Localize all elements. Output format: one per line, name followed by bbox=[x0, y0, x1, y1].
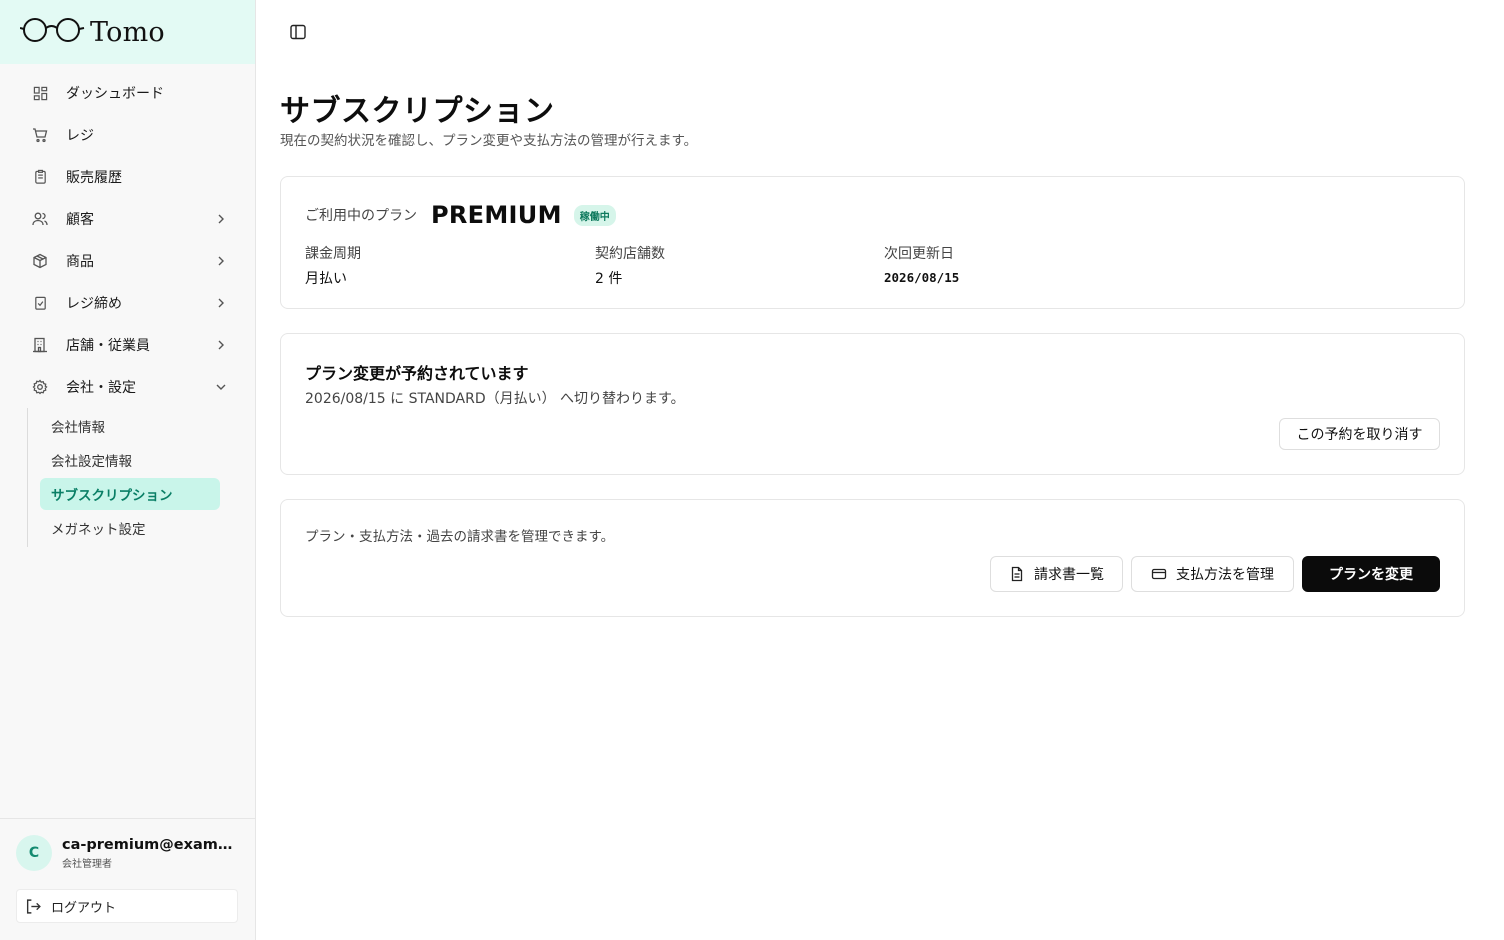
sidebar-item-register[interactable]: レジ bbox=[0, 114, 255, 156]
next-renewal-info: 次回更新日 2026/08/15 bbox=[884, 243, 959, 285]
manage-text: プラン・支払方法・過去の請求書を管理できます。 bbox=[305, 529, 615, 545]
next-renewal-label: 次回更新日 bbox=[884, 246, 954, 262]
next-renewal-value: 2026/08/15 bbox=[884, 270, 960, 285]
logout-label: ログアウト bbox=[51, 900, 117, 916]
billing-cycle-info: 課金周期 月払い bbox=[305, 243, 361, 288]
brand-header[interactable]: Tomo bbox=[0, 0, 255, 64]
manage-payment-label: 支払方法を管理 bbox=[1176, 566, 1274, 582]
glasses-logo-icon bbox=[19, 16, 86, 48]
sidebar-item-company-settings[interactable]: 会社・設定 bbox=[0, 366, 255, 408]
receipt-icon bbox=[32, 169, 48, 185]
sidebar-item-dashboard[interactable]: ダッシュボード bbox=[0, 72, 255, 114]
sidebar-subitem-subscription[interactable]: サブスクリプション bbox=[40, 478, 220, 510]
building-icon bbox=[32, 337, 48, 353]
user-block: C ca-premium@example.com 会社管理者 ログアウト bbox=[0, 818, 255, 923]
logout-button[interactable]: ログアウト bbox=[16, 889, 238, 923]
users-icon bbox=[32, 211, 48, 227]
status-badge: 稼働中 bbox=[573, 204, 616, 226]
sidebar-item-customers[interactable]: 顧客 bbox=[0, 198, 255, 240]
chevron-right-icon bbox=[213, 211, 229, 227]
sidebar-subitem-meganet-settings[interactable]: メガネット設定 bbox=[40, 511, 220, 545]
sidebar-item-label: ダッシュボード bbox=[66, 86, 164, 102]
package-icon bbox=[32, 253, 48, 269]
sidebar-item-stores-staff[interactable]: 店舗・従業員 bbox=[0, 324, 255, 366]
gear-icon bbox=[32, 379, 48, 395]
sidebar-item-label: 店舗・従業員 bbox=[66, 338, 150, 354]
avatar: C bbox=[16, 835, 52, 871]
dashboard-icon bbox=[32, 85, 48, 101]
sidebar: Tomo ダッシュボード レジ 販売履歴 顧客 商品 レジ締め 店舗・従業員 会… bbox=[0, 0, 256, 940]
brand-name: Tomo bbox=[90, 16, 165, 48]
stores-info: 契約店舗数 2 件 bbox=[595, 243, 665, 288]
sidebar-item-label: レジ bbox=[66, 128, 94, 144]
settings-subnav: 会社情報 会社設定情報 サブスクリプション メガネット設定 bbox=[27, 408, 227, 547]
chevron-right-icon bbox=[213, 337, 229, 353]
page-subtitle: 現在の契約状況を確認し、プラン変更や支払方法の管理が行えます。 bbox=[280, 133, 698, 149]
main-content: サブスクリプション 現在の契約状況を確認し、プラン変更や支払方法の管理が行えます… bbox=[256, 0, 1504, 940]
billing-cycle-value: 月払い bbox=[305, 271, 347, 287]
stores-label: 契約店舗数 bbox=[595, 246, 665, 262]
sidebar-item-label: 顧客 bbox=[66, 212, 94, 228]
sidebar-item-label: 会社・設定 bbox=[66, 380, 136, 396]
scheduled-change-card: プラン変更が予約されています 2026/08/15 に STANDARD（月払い… bbox=[280, 333, 1465, 475]
user-email: ca-premium@example.com bbox=[62, 836, 238, 853]
chevron-right-icon bbox=[213, 253, 229, 269]
cart-icon bbox=[32, 127, 48, 143]
sidebar-item-products[interactable]: 商品 bbox=[0, 240, 255, 282]
sidebar-subitem-company-info[interactable]: 会社情報 bbox=[40, 409, 220, 443]
sidebar-toggle-icon[interactable] bbox=[289, 23, 307, 41]
scheduled-change-text: 2026/08/15 に STANDARD（月払い） へ切り替わります。 bbox=[305, 391, 685, 407]
user-role: 会社管理者 bbox=[62, 858, 112, 870]
document-icon bbox=[1009, 566, 1025, 582]
clipboard-check-icon bbox=[32, 295, 48, 311]
sidebar-subitem-company-settings-info[interactable]: 会社設定情報 bbox=[40, 443, 220, 477]
sidebar-item-label: 販売履歴 bbox=[66, 170, 122, 186]
sidebar-nav: ダッシュボード レジ 販売履歴 顧客 商品 レジ締め 店舗・従業員 会社・設定 … bbox=[0, 64, 255, 547]
stores-value: 2 件 bbox=[595, 271, 623, 287]
change-plan-button[interactable]: プランを変更 bbox=[1302, 556, 1440, 592]
sidebar-item-label: レジ締め bbox=[66, 296, 122, 312]
user-profile[interactable]: C ca-premium@example.com 会社管理者 bbox=[16, 835, 255, 871]
manage-card: プラン・支払方法・過去の請求書を管理できます。 請求書一覧 支払方法を管理 プラ… bbox=[280, 499, 1465, 617]
logout-icon bbox=[25, 898, 42, 915]
billing-cycle-label: 課金周期 bbox=[305, 246, 361, 262]
page-title: サブスクリプション bbox=[280, 94, 555, 129]
plan-name: PREMIUM bbox=[431, 201, 562, 229]
chevron-right-icon bbox=[213, 295, 229, 311]
chevron-down-icon bbox=[213, 379, 229, 395]
manage-payment-button[interactable]: 支払方法を管理 bbox=[1131, 556, 1294, 592]
plan-label: ご利用中のプラン bbox=[305, 208, 417, 224]
invoices-button[interactable]: 請求書一覧 bbox=[990, 556, 1123, 592]
scheduled-change-title: プラン変更が予約されています bbox=[305, 364, 529, 383]
current-plan-card: ご利用中のプラン PREMIUM 稼働中 課金周期 月払い 契約店舗数 2 件 … bbox=[280, 176, 1465, 309]
cancel-reservation-button[interactable]: この予約を取り消す bbox=[1279, 418, 1440, 450]
sidebar-item-label: 商品 bbox=[66, 254, 94, 270]
invoices-label: 請求書一覧 bbox=[1034, 566, 1104, 582]
sidebar-item-register-closing[interactable]: レジ締め bbox=[0, 282, 255, 324]
credit-card-icon bbox=[1151, 566, 1167, 582]
sidebar-item-sales-history[interactable]: 販売履歴 bbox=[0, 156, 255, 198]
